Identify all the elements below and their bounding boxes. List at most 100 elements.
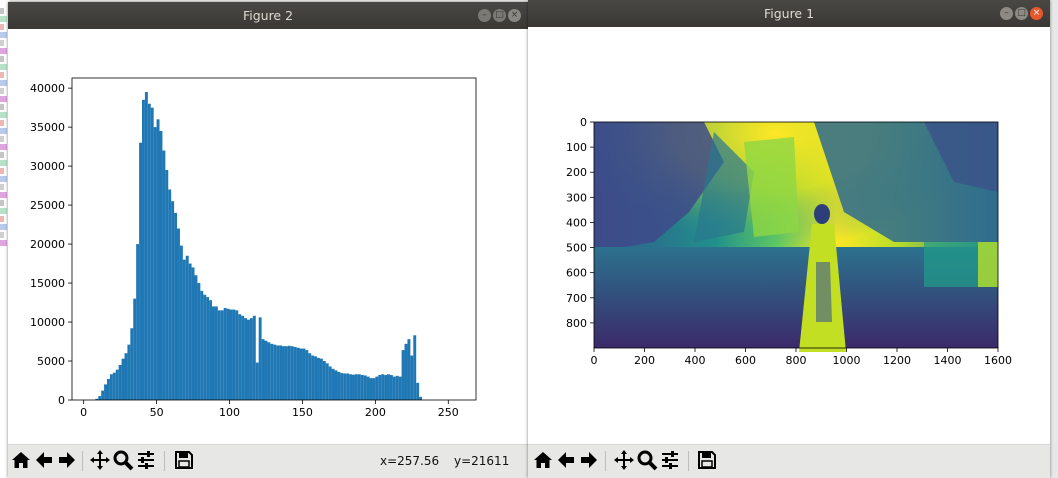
histogram-bar <box>258 317 262 400</box>
close-icon[interactable]: × <box>1030 7 1043 20</box>
zoom-icon[interactable] <box>112 449 134 471</box>
histogram-bar <box>171 201 175 400</box>
histogram-bar <box>416 382 420 400</box>
close-icon[interactable]: × <box>508 9 521 22</box>
histogram-bar <box>133 298 137 400</box>
y-tick-label: 15000 <box>30 277 65 290</box>
y-tick-label: 400 <box>566 216 587 229</box>
y-tick-label: 35000 <box>30 121 65 134</box>
histogram-bar <box>179 245 183 400</box>
image-plot: 0 200 400 600 800 1000 1200 1400 1600 0 100 200 300 4… <box>566 116 1012 367</box>
figure1-canvas[interactable]: 0 200 400 600 800 1000 1200 1400 1600 0 100 200 300 4… <box>528 27 1050 445</box>
maximize-icon[interactable]: □ <box>493 9 506 22</box>
histogram-bar <box>252 315 256 400</box>
home-icon[interactable] <box>532 449 554 471</box>
editor-text-fragment <box>0 8 4 14</box>
histogram-bar <box>349 374 353 400</box>
histogram-bar <box>366 376 370 400</box>
configure-icon[interactable] <box>135 449 157 471</box>
histogram-bar <box>101 390 105 400</box>
histogram-bar <box>209 300 213 400</box>
minimize-icon[interactable]: – <box>478 9 491 22</box>
editor-text-fragment <box>0 216 4 222</box>
histogram-bar <box>282 346 285 400</box>
histogram-bar <box>276 345 280 400</box>
histogram-bar <box>142 99 145 400</box>
histogram-bar <box>392 376 396 400</box>
editor-text-fragment <box>0 168 4 174</box>
pan-icon[interactable] <box>89 449 111 471</box>
editor-text-fragment <box>0 128 7 134</box>
zoom-icon[interactable] <box>636 449 658 471</box>
forward-icon[interactable] <box>56 449 78 471</box>
home-icon[interactable] <box>10 449 32 471</box>
histogram-bar <box>174 212 178 400</box>
histogram-bar <box>287 345 291 400</box>
histogram-bar <box>302 348 306 400</box>
histogram-bar <box>296 347 300 400</box>
histogram-bar <box>404 343 408 400</box>
figure1-titlebar[interactable]: Figure 1 – □ × <box>528 0 1050 27</box>
histogram-bar <box>305 350 309 400</box>
histogram-bar <box>203 294 207 400</box>
editor-text-fragment <box>0 64 7 70</box>
histogram-bar <box>206 297 210 400</box>
histogram-bar <box>360 375 364 400</box>
histogram-bar <box>267 342 271 400</box>
histogram-bar <box>279 345 283 400</box>
histogram-bar <box>363 375 367 400</box>
histogram-bar <box>284 346 288 400</box>
histogram-bar <box>212 306 215 400</box>
x-tick-label: 200 <box>365 406 386 419</box>
figure2-toolbar: x=257.56 y=21611 <box>8 444 528 478</box>
y-tick-label: 0 <box>580 116 587 129</box>
histogram-bar <box>118 364 122 400</box>
editor-text-fragment <box>0 184 4 190</box>
y-tick-label: 500 <box>566 242 587 255</box>
save-icon[interactable] <box>173 449 195 471</box>
editor-text-fragment <box>0 192 7 198</box>
y-tick-label: 25000 <box>30 199 65 212</box>
histogram-bar <box>328 366 332 400</box>
histogram-bar <box>317 357 320 400</box>
pan-icon[interactable] <box>613 449 635 471</box>
minimize-icon[interactable]: – <box>1000 7 1013 20</box>
save-icon[interactable] <box>696 449 718 471</box>
back-icon[interactable] <box>33 449 55 471</box>
histogram-bar <box>249 318 253 400</box>
x-tick-label: 150 <box>292 406 313 419</box>
histogram-bar <box>319 358 323 400</box>
histogram-bar <box>226 308 230 400</box>
figure1-window: Figure 1 – □ × 0 200 400 600 800 1000 1200 1400… <box>528 0 1050 478</box>
histogram-bar <box>109 374 113 400</box>
editor-text-fragment <box>0 136 4 142</box>
figure2-canvas[interactable]: 0 50 100 150 200 250 0 5000 10000 15000 20000 25000… <box>8 29 528 445</box>
configure-icon[interactable] <box>659 449 681 471</box>
y-tick-label: 40000 <box>30 82 65 95</box>
histogram-bar <box>238 314 242 400</box>
histogram-bar <box>124 353 128 400</box>
histogram-bar <box>165 170 169 400</box>
y-tick-label: 600 <box>566 267 587 280</box>
figure2-titlebar[interactable]: Figure 2 – □ × <box>8 2 528 29</box>
editor-text-fragment <box>0 224 7 230</box>
histogram-bar <box>381 374 385 400</box>
back-icon[interactable] <box>555 449 577 471</box>
histogram-bars <box>95 92 423 401</box>
x-tick-label: 800 <box>786 354 807 367</box>
forward-icon[interactable] <box>578 449 600 471</box>
histogram-bar <box>369 378 373 400</box>
histogram-bar <box>200 290 204 400</box>
y-tick-label: 10000 <box>30 316 65 329</box>
histogram-bar <box>185 255 189 400</box>
maximize-icon[interactable]: □ <box>1015 7 1028 20</box>
histogram-bar <box>322 361 326 400</box>
figure1-toolbar <box>528 444 1050 478</box>
histogram-bar <box>115 369 119 400</box>
y-tick-label: 20000 <box>30 238 65 251</box>
x-tick-label: 1600 <box>984 354 1012 367</box>
image-render <box>594 122 998 352</box>
editor-text-fragment <box>0 48 7 54</box>
histogram-bar <box>290 346 294 400</box>
window-title: Figure 1 <box>763 6 815 21</box>
